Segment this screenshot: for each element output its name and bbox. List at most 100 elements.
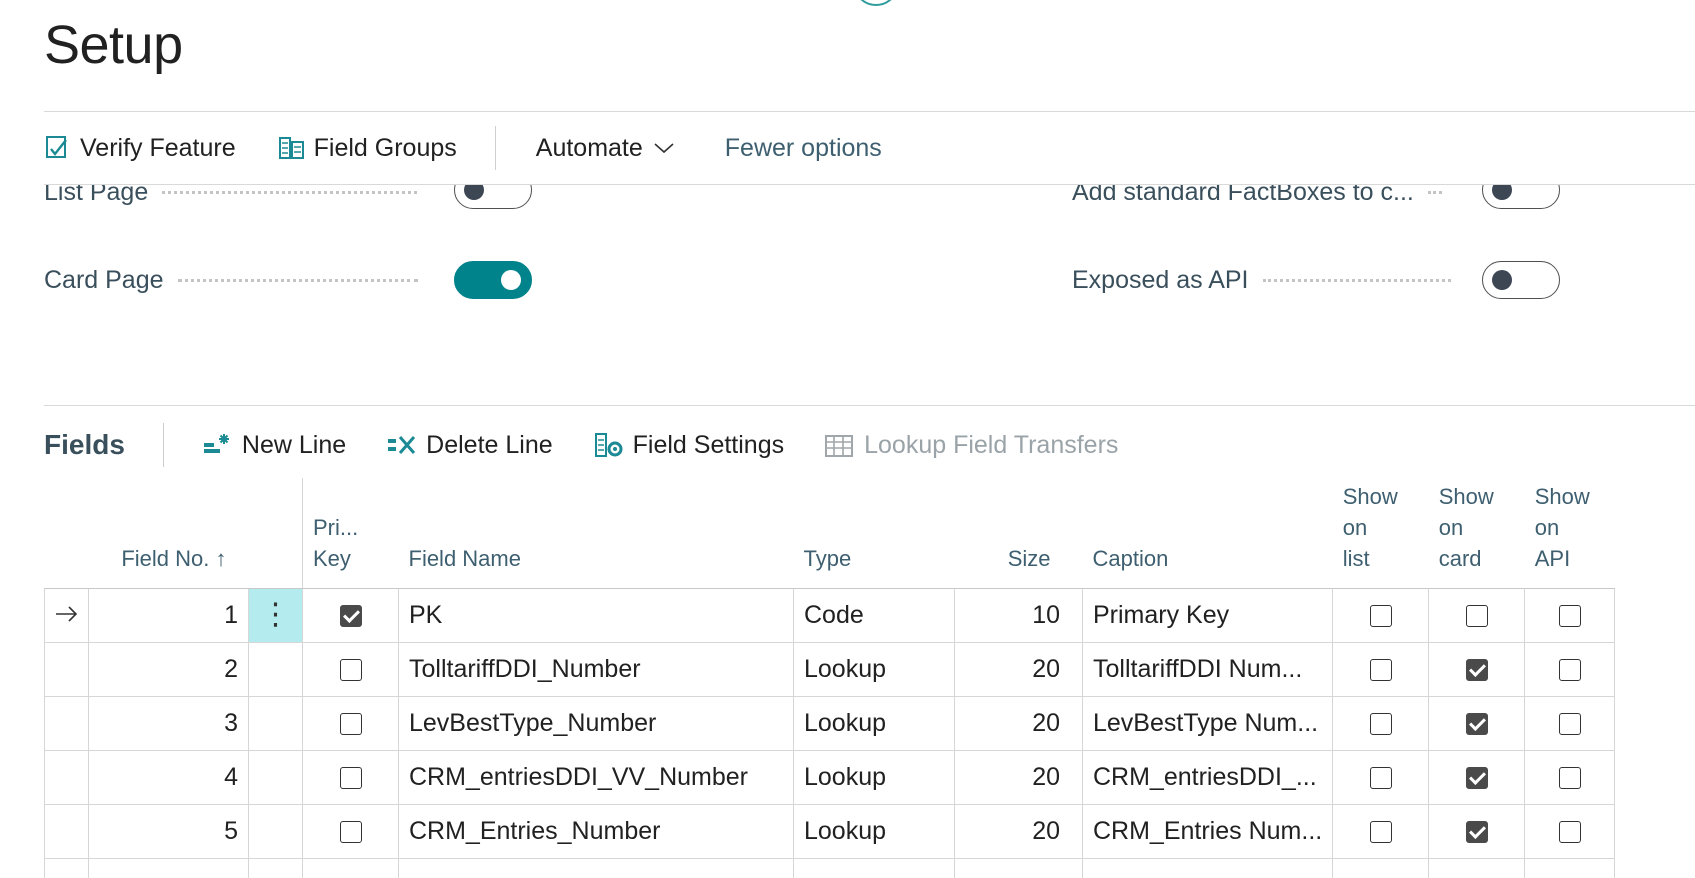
field-name-cell[interactable]: CRM_entriesDDI_VV_Number — [398, 749, 794, 805]
empty-cell — [954, 857, 1083, 878]
primary-key-checkbox[interactable] — [339, 766, 362, 789]
show-on-api-cell — [1524, 749, 1616, 805]
show-on-card-checkbox[interactable] — [1465, 658, 1488, 681]
column-header-field-name[interactable]: Field Name — [398, 478, 794, 589]
caption-cell[interactable]: CRM_entriesDDI_... — [1081, 749, 1334, 805]
row-menu-cell[interactable] — [248, 695, 303, 751]
show-on-card-header-line2: on — [1438, 514, 1464, 540]
row-menu-cell[interactable] — [248, 749, 303, 805]
type-header-label: Type — [803, 545, 852, 571]
show-on-api-checkbox[interactable] — [1558, 766, 1581, 789]
fields-grid: Field No. ↑ Pri... Key Field Name Type S… — [44, 478, 1616, 878]
row-marker-cell — [44, 749, 89, 805]
fewer-options-button[interactable]: Fewer options — [725, 134, 882, 163]
type-cell[interactable]: Lookup — [793, 695, 955, 751]
delete-line-icon — [388, 436, 416, 454]
size-cell[interactable]: 20 — [954, 749, 1083, 805]
factboxes-field: Add standard FactBoxes to c... — [1072, 185, 1456, 207]
new-line-button[interactable]: New Line — [202, 431, 346, 460]
size-cell[interactable]: 10 — [954, 587, 1083, 643]
type-cell[interactable]: Code — [793, 587, 955, 643]
column-header-type[interactable]: Type — [793, 478, 955, 589]
table-row[interactable]: 5 CRM_Entries_Number Lookup 20 CRM_Entries N… — [44, 803, 1616, 859]
field-no-cell[interactable]: 2 — [88, 641, 249, 697]
automate-label: Automate — [535, 133, 643, 162]
factboxes-label: Add standard FactBoxes to c... — [1072, 185, 1414, 206]
field-no-cell[interactable]: 1 — [88, 587, 249, 643]
show-on-api-checkbox[interactable] — [1558, 820, 1581, 843]
caption-cell[interactable]: TolltariffDDI Num... — [1081, 641, 1334, 697]
toolbar-separator — [494, 126, 496, 170]
list-page-toggle[interactable] — [454, 185, 532, 209]
pri-key-header-line1: Pri... — [313, 514, 359, 540]
row-actions-icon[interactable]: ⋮ — [261, 598, 291, 631]
show-on-list-checkbox[interactable] — [1369, 658, 1392, 681]
show-on-api-checkbox[interactable] — [1558, 712, 1581, 735]
column-header-show-on-card[interactable]: Show on card — [1428, 478, 1525, 589]
size-cell[interactable]: 20 — [954, 695, 1083, 751]
lookup-field-transfers-button[interactable]: Lookup Field Transfers — [824, 431, 1118, 460]
automate-menu[interactable]: Automate — [536, 134, 683, 163]
column-header-size[interactable]: Size — [954, 478, 1083, 589]
size-cell[interactable]: 20 — [954, 803, 1083, 859]
row-menu-cell[interactable]: ⋮ — [248, 587, 303, 643]
column-header-caption[interactable]: Caption — [1082, 478, 1333, 589]
factboxes-toggle[interactable] — [1482, 185, 1560, 209]
field-no-cell[interactable]: 4 — [88, 749, 249, 805]
primary-key-checkbox[interactable] — [339, 820, 362, 843]
field-groups-button[interactable]: Field Groups — [278, 134, 457, 163]
field-name-cell[interactable]: CRM_Entries_Number — [398, 803, 794, 859]
type-cell[interactable]: Lookup — [793, 641, 955, 697]
empty-cell — [398, 857, 794, 878]
show-on-api-checkbox[interactable] — [1558, 604, 1581, 627]
field-no-cell[interactable]: 5 — [88, 803, 249, 859]
field-no-cell[interactable]: 3 — [88, 695, 249, 751]
card-page-toggle[interactable] — [454, 261, 532, 299]
show-on-list-cell — [1332, 803, 1430, 859]
primary-key-checkbox[interactable] — [339, 658, 362, 681]
column-header-show-on-list[interactable]: Show on list — [1332, 478, 1429, 589]
lookup-field-transfers-label: Lookup Field Transfers — [864, 430, 1119, 459]
show-on-card-checkbox[interactable] — [1465, 604, 1488, 627]
fields-title: Fields — [44, 429, 125, 460]
size-cell[interactable]: 20 — [954, 641, 1083, 697]
show-on-list-checkbox[interactable] — [1369, 604, 1392, 627]
row-menu-cell[interactable] — [248, 641, 303, 697]
caption-cell[interactable]: CRM_Entries Num... — [1081, 803, 1334, 859]
row-marker-cell — [44, 587, 89, 643]
show-on-card-checkbox[interactable] — [1465, 766, 1488, 789]
show-on-api-cell — [1524, 641, 1616, 697]
table-row[interactable]: 1 ⋮ PK Code 10 Primary Key — [44, 587, 1616, 643]
show-on-card-checkbox[interactable] — [1465, 712, 1488, 735]
table-row[interactable]: 4 CRM_entriesDDI_VV_Number Lookup 20 CRM_ent… — [44, 749, 1616, 805]
exposed-api-field: Exposed as API — [1072, 266, 1465, 295]
caption-cell[interactable]: Primary Key — [1081, 587, 1334, 643]
show-on-list-checkbox[interactable] — [1369, 766, 1392, 789]
table-row[interactable]: 2 TolltariffDDI_Number Lookup 20 TolltariffD… — [44, 641, 1616, 697]
field-name-cell[interactable]: PK — [398, 587, 794, 643]
field-name-cell[interactable]: TolltariffDDI_Number — [398, 641, 794, 697]
show-on-card-checkbox[interactable] — [1465, 820, 1488, 843]
show-on-api-cell — [1524, 695, 1616, 751]
type-cell[interactable]: Lookup — [793, 749, 955, 805]
show-on-list-checkbox[interactable] — [1369, 712, 1392, 735]
field-settings-button[interactable]: Field Settings — [593, 430, 784, 460]
show-on-api-cell — [1524, 587, 1616, 643]
show-on-api-checkbox[interactable] — [1558, 658, 1581, 681]
table-row[interactable]: 3 LevBestType_Number Lookup 20 LevBestType N… — [44, 695, 1616, 751]
caption-cell[interactable]: LevBestType Num... — [1081, 695, 1334, 751]
show-on-list-checkbox[interactable] — [1369, 820, 1392, 843]
delete-line-button[interactable]: Delete Line — [386, 431, 553, 460]
row-menu-cell[interactable] — [248, 803, 303, 859]
exposed-api-toggle[interactable] — [1482, 261, 1560, 299]
primary-key-checkbox[interactable] — [339, 712, 362, 735]
column-header-primary-key[interactable]: Pri... Key — [302, 478, 399, 589]
field-name-cell[interactable]: LevBestType_Number — [398, 695, 794, 751]
field-no-header-label: Field No. — [121, 545, 210, 571]
row-marker-header — [44, 478, 89, 589]
verify-feature-button[interactable]: Verify Feature — [44, 134, 236, 163]
column-header-show-on-api[interactable]: Show on API — [1524, 478, 1615, 589]
type-cell[interactable]: Lookup — [793, 803, 955, 859]
primary-key-checkbox[interactable] — [339, 604, 362, 627]
column-header-field-no[interactable]: Field No. ↑ — [88, 478, 249, 589]
